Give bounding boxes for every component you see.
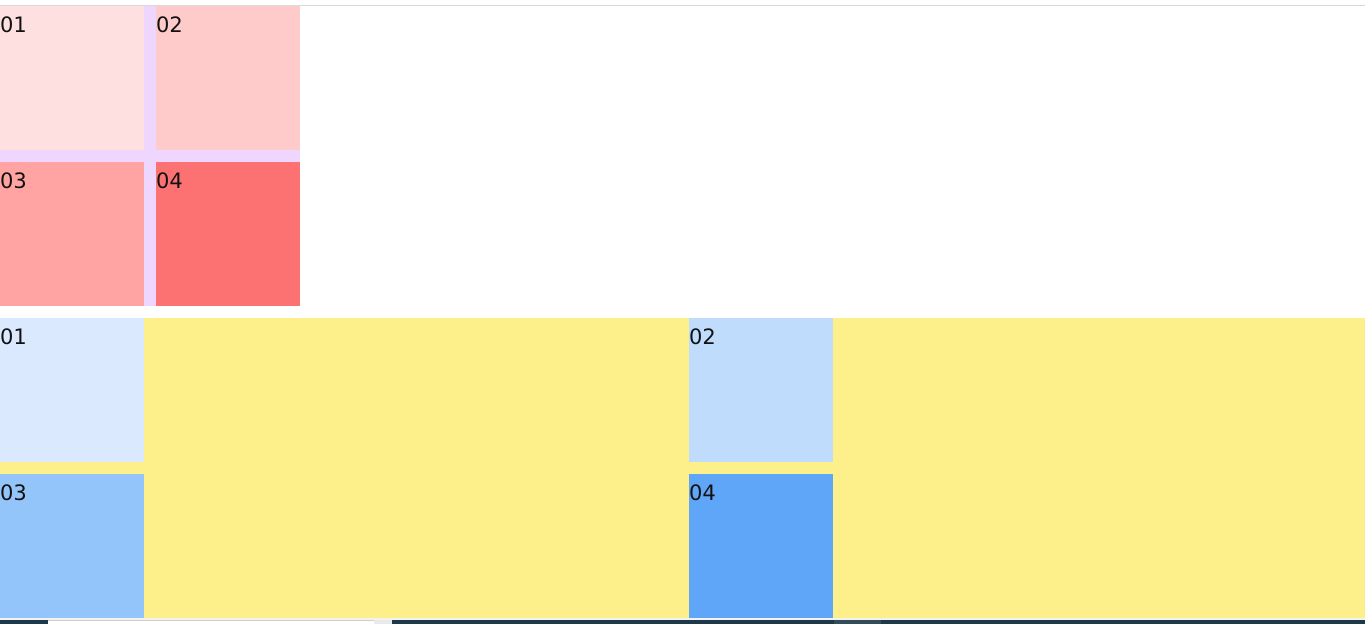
grid-item-01: 01 bbox=[0, 6, 144, 150]
grid-item-label: 01 bbox=[0, 13, 27, 37]
grid-item-02: 02 bbox=[689, 318, 833, 462]
grid-item-label: 02 bbox=[156, 13, 183, 37]
taskbar-strip bbox=[0, 618, 1365, 624]
taskbar-start-area[interactable] bbox=[0, 620, 48, 624]
grid-item-04: 04 bbox=[156, 162, 300, 306]
grid-item-label: 02 bbox=[689, 325, 716, 349]
grid-item-03: 03 bbox=[0, 474, 144, 618]
grid-item-04: 04 bbox=[689, 474, 833, 618]
grid-item-03: 03 bbox=[0, 162, 144, 306]
grid-item-label: 03 bbox=[0, 169, 27, 193]
grid-container-bottom: 01 02 03 04 bbox=[0, 318, 1365, 618]
taskbar-active-app[interactable] bbox=[834, 620, 881, 624]
grid-item-label: 03 bbox=[0, 481, 27, 505]
grid-item-02: 02 bbox=[156, 6, 300, 150]
grid-item-label: 04 bbox=[689, 481, 716, 505]
grid-container-top: 01 02 03 04 bbox=[0, 6, 300, 306]
taskbar-search-box[interactable] bbox=[48, 620, 374, 624]
taskbar-divider bbox=[374, 620, 392, 624]
grid-item-01: 01 bbox=[0, 318, 144, 462]
grid-item-label: 01 bbox=[0, 325, 27, 349]
grid-item-label: 04 bbox=[156, 169, 183, 193]
